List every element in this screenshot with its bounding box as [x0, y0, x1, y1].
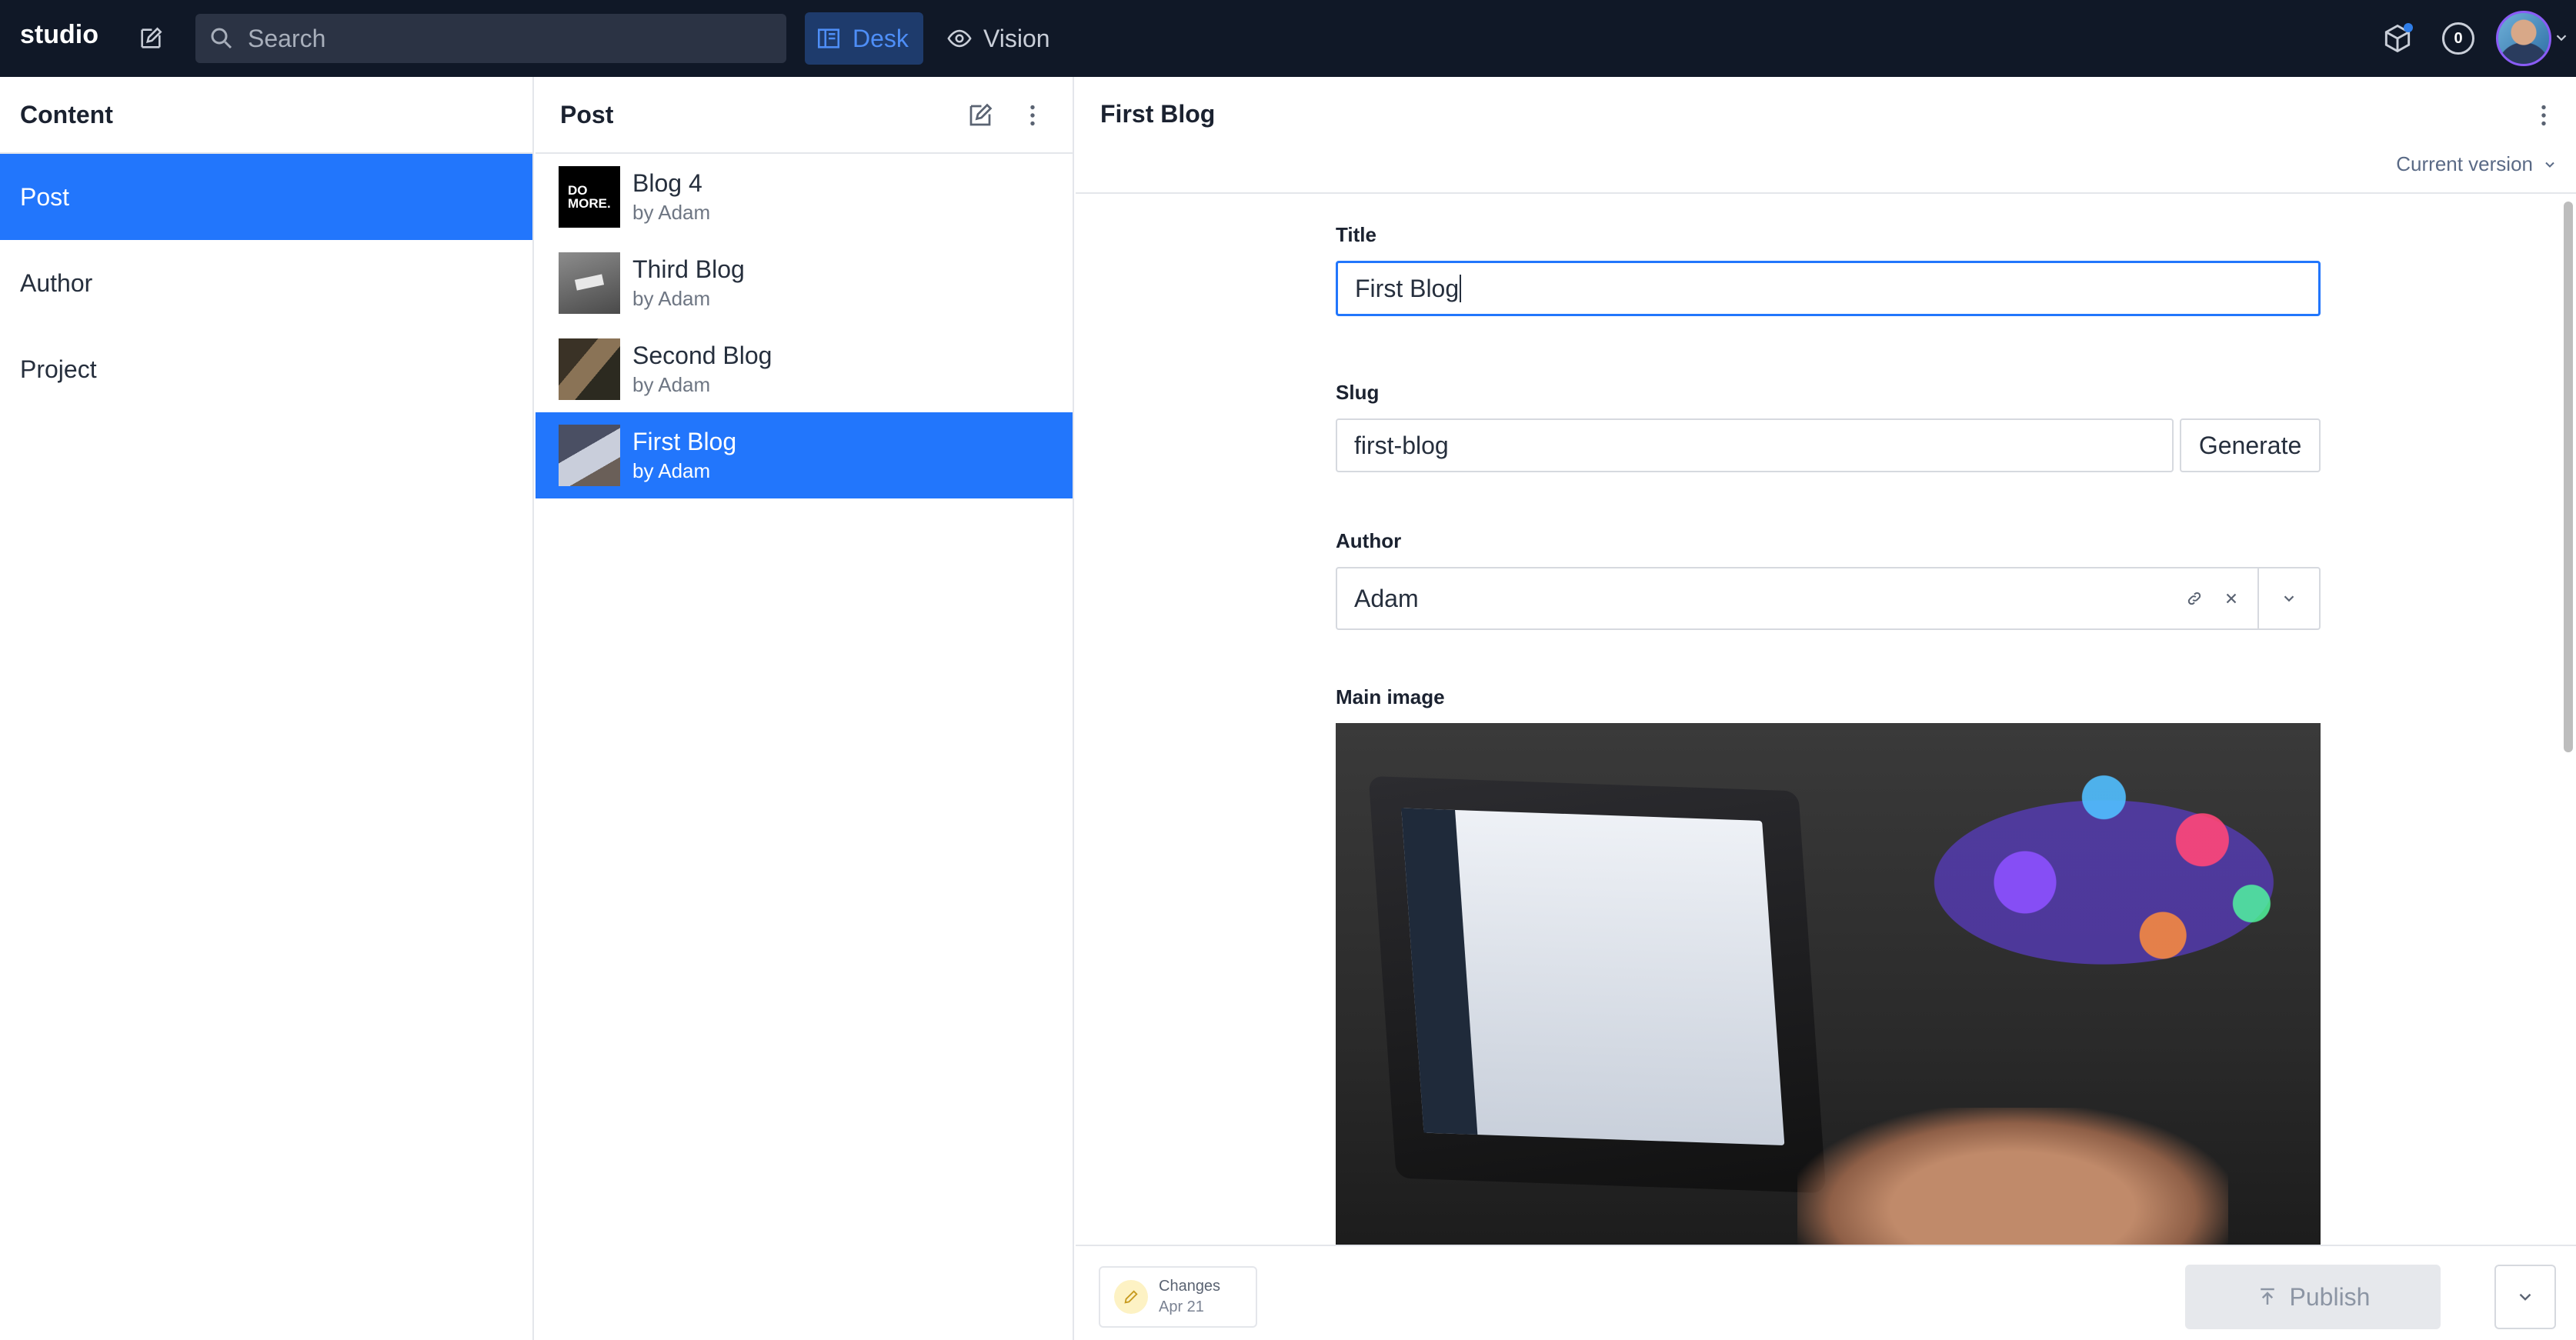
document-title: Second Blog — [632, 342, 772, 369]
top-navbar: studio Desk Vision 0 — [0, 0, 2576, 77]
search-bar[interactable] — [195, 14, 786, 63]
thumbnail-text: MORE. — [568, 196, 611, 211]
document-list-item[interactable]: Second Blog by Adam — [536, 326, 1073, 412]
document-thumbnail — [559, 425, 620, 486]
pencil-icon — [1114, 1280, 1148, 1314]
publish-icon — [2260, 1288, 2274, 1305]
changes-date: Apr 21 — [1159, 1298, 1204, 1315]
content-pane-title: Content — [20, 100, 113, 128]
document-list-item-selected[interactable]: First Blog by Adam — [536, 412, 1073, 498]
chevron-down-icon[interactable] — [2553, 29, 2570, 46]
link-icon[interactable] — [2179, 583, 2210, 614]
generate-slug-button[interactable]: Generate — [2180, 418, 2321, 472]
title-field-label: Title — [1336, 223, 1376, 246]
slug-field-label: Slug — [1336, 381, 1380, 404]
slug-field-value: first-blog — [1354, 431, 1449, 459]
changes-label: Changes — [1159, 1278, 1221, 1295]
document-header: First Blog Current version — [1076, 77, 2576, 194]
user-avatar[interactable] — [2496, 11, 2551, 66]
more-options-icon[interactable] — [1014, 97, 1051, 134]
desk-icon — [817, 28, 840, 48]
title-field[interactable]: First Blog — [1336, 261, 2321, 316]
tool-vision-button[interactable]: Vision — [946, 12, 1069, 65]
document-form: Title First Blog Slug first-blog Generat… — [1336, 223, 2321, 1254]
document-title: Third Blog — [632, 255, 745, 283]
document-thumbnail — [559, 252, 620, 314]
document-list-item[interactable]: DO MORE. Blog 4 by Adam — [536, 154, 1073, 240]
studio-logo[interactable]: studio — [20, 20, 98, 50]
post-pane-title: Post — [560, 100, 614, 128]
eye-icon — [947, 29, 972, 48]
pending-counter-badge[interactable]: 0 — [2442, 22, 2474, 55]
close-icon[interactable] — [2216, 583, 2247, 614]
compose-icon[interactable] — [132, 20, 169, 57]
chevron-down-icon — [2284, 595, 2294, 602]
document-thumbnail: DO MORE. — [559, 166, 620, 228]
author-dropdown-toggle[interactable] — [2257, 568, 2319, 628]
document-subtitle: by Adam — [632, 459, 711, 482]
content-pane: Content Post Author Project — [0, 77, 534, 1340]
hand-illustration — [1797, 1108, 2228, 1254]
document-subtitle: by Adam — [632, 287, 711, 310]
search-input[interactable] — [248, 24, 771, 53]
tool-desk-button[interactable]: Desk — [805, 12, 923, 65]
vertical-scrollbar[interactable] — [2564, 202, 2573, 752]
nav-item-project[interactable]: Project — [0, 326, 532, 412]
tool-desk-label: Desk — [853, 24, 909, 52]
document-editor-pane: First Blog Current version Title First B… — [1076, 77, 2576, 1340]
author-field-label: Author — [1336, 529, 1402, 552]
create-document-icon[interactable] — [962, 97, 999, 134]
document-list-item[interactable]: Third Blog by Adam — [536, 240, 1073, 326]
document-footer: Changes Apr 21 Publish — [1076, 1245, 2576, 1340]
version-selector[interactable]: Current version — [2396, 152, 2558, 176]
notification-dot — [2404, 23, 2413, 32]
document-title: Blog 4 — [632, 169, 702, 197]
slug-field[interactable]: first-blog — [1336, 418, 2174, 472]
thumbnail-text: DO — [568, 183, 588, 198]
publish-options-toggle[interactable] — [2494, 1265, 2556, 1329]
author-reference-field[interactable]: Adam — [1336, 567, 2321, 630]
chevron-down-icon — [2545, 162, 2554, 168]
tool-vision-label: Vision — [983, 24, 1050, 52]
laptop-illustration — [1368, 775, 1827, 1194]
title-field-value: First Blog — [1355, 274, 1460, 302]
author-field-value: Adam — [1354, 584, 1419, 612]
document-thumbnail — [559, 338, 620, 400]
more-options-icon[interactable] — [2525, 97, 2562, 134]
main-image-preview[interactable] — [1336, 723, 2321, 1254]
changes-button[interactable]: Changes Apr 21 — [1099, 1266, 1257, 1328]
post-pane-header: Post — [536, 77, 1073, 154]
nav-item-author[interactable]: Author — [0, 240, 532, 326]
chevron-down-icon — [2519, 1293, 2531, 1301]
version-label: Current version — [2396, 152, 2533, 175]
publish-label: Publish — [2289, 1282, 2371, 1311]
post-list-pane: Post DO MORE. Blog 4 by Adam Third Blog … — [536, 77, 1074, 1340]
main-image-field-label: Main image — [1336, 685, 1445, 708]
document-subtitle: by Adam — [632, 373, 711, 396]
search-icon — [211, 28, 232, 49]
document-title: First Blog — [632, 428, 737, 455]
nav-item-post[interactable]: Post — [0, 154, 532, 240]
document-title-heading: First Blog — [1100, 100, 1216, 128]
text-caret — [1460, 275, 1462, 302]
publish-button[interactable]: Publish — [2185, 1265, 2441, 1329]
content-pane-header: Content — [0, 77, 532, 154]
document-subtitle: by Adam — [632, 201, 711, 224]
